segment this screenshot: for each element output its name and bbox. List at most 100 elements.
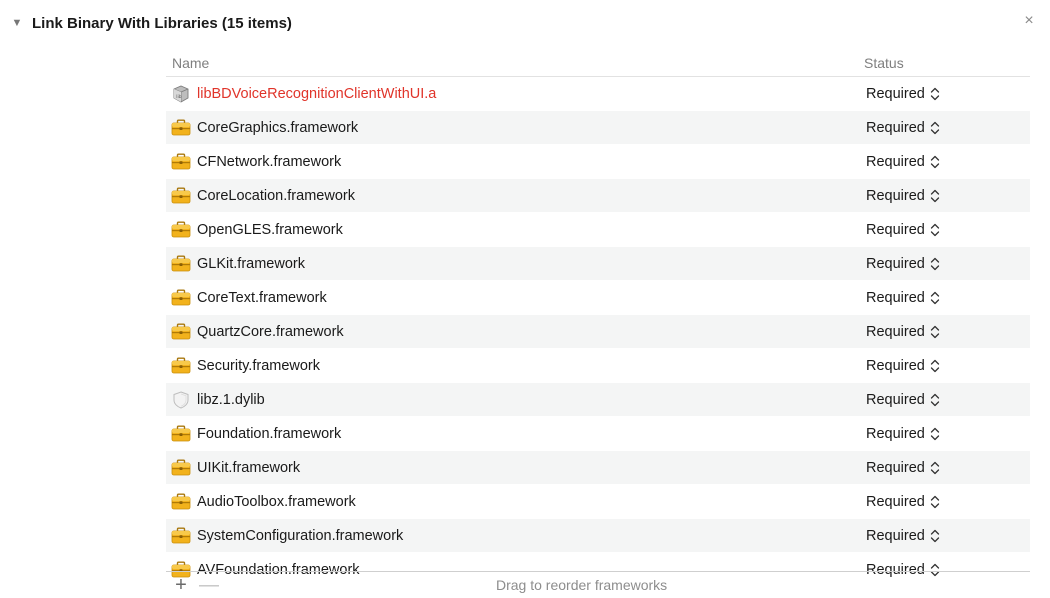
chevron-up-down-icon[interactable] (929, 154, 941, 170)
name-cell: AudioToolbox.framework (166, 493, 866, 511)
close-icon[interactable]: × (1018, 10, 1040, 32)
library-name: libBDVoiceRecognitionClientWithUI.a (197, 85, 437, 102)
chevron-up-down-icon[interactable] (929, 528, 941, 544)
status-popup[interactable]: Required (866, 154, 941, 170)
chevron-up-down-icon[interactable] (929, 494, 941, 510)
status-value: Required (866, 527, 925, 544)
table-row[interactable]: Security.framework Required (166, 349, 1030, 383)
status-popup[interactable]: Required (866, 528, 941, 544)
status-value: Required (866, 391, 925, 408)
table-row[interactable]: CoreText.framework Required (166, 281, 1030, 315)
chevron-up-down-icon[interactable] (929, 426, 941, 442)
library-name: AudioToolbox.framework (197, 493, 356, 510)
status-popup[interactable]: Required (866, 392, 941, 408)
status-value: Required (866, 289, 925, 306)
status-value: Required (866, 323, 925, 340)
framework-toolbox-icon (171, 493, 191, 511)
status-popup[interactable]: Required (866, 222, 941, 238)
status-popup[interactable]: Required (866, 358, 941, 374)
table-row[interactable]: OpenGLES.framework Required (166, 213, 1030, 247)
table-row[interactable]: CFNetwork.framework Required (166, 145, 1030, 179)
table-row[interactable]: lib libBDVoiceRecognitionClientWithUI.a Re… (166, 77, 1030, 111)
name-cell: libz.1.dylib (166, 390, 866, 409)
status-popup[interactable]: Required (866, 120, 941, 136)
library-name: QuartzCore.framework (197, 323, 344, 340)
library-name: SystemConfiguration.framework (197, 527, 404, 544)
chevron-up-down-icon[interactable] (929, 86, 941, 102)
chevron-up-down-icon[interactable] (929, 188, 941, 204)
status-popup[interactable]: Required (866, 494, 941, 510)
svg-text:lib: lib (176, 94, 182, 100)
status-popup[interactable]: Required (866, 460, 941, 476)
table-row[interactable]: CoreGraphics.framework Required (166, 111, 1030, 145)
chevron-up-down-icon[interactable] (929, 392, 941, 408)
status-popup[interactable]: Required (866, 188, 941, 204)
name-cell: CoreLocation.framework (166, 187, 866, 205)
library-name: CoreLocation.framework (197, 187, 355, 204)
add-button[interactable]: + (168, 574, 194, 596)
table-row[interactable]: QuartzCore.framework Required (166, 315, 1030, 349)
name-cell: Foundation.framework (166, 425, 866, 443)
dylib-shield-icon (171, 390, 191, 409)
chevron-up-down-icon[interactable] (929, 222, 941, 238)
chevron-up-down-icon[interactable] (929, 120, 941, 136)
table-header: Name Status (166, 49, 1030, 77)
chevron-up-down-icon[interactable] (929, 256, 941, 272)
name-cell: CoreText.framework (166, 289, 866, 307)
library-name: libz.1.dylib (197, 391, 265, 408)
column-header-status[interactable]: Status (864, 55, 904, 71)
table-row[interactable]: GLKit.framework Required (166, 247, 1030, 281)
table-row[interactable]: AudioToolbox.framework Required (166, 485, 1030, 519)
section-header[interactable]: ▼ Link Binary With Libraries (15 items) (10, 12, 292, 34)
status-popup[interactable]: Required (866, 86, 941, 102)
status-popup[interactable]: Required (866, 426, 941, 442)
framework-toolbox-icon (171, 425, 191, 443)
name-cell: Security.framework (166, 357, 866, 375)
reorder-hint: Drag to reorder frameworks (496, 577, 668, 593)
column-header-name[interactable]: Name (166, 55, 864, 71)
status-value: Required (866, 493, 925, 510)
framework-toolbox-icon (171, 527, 191, 545)
library-name: CoreText.framework (197, 289, 327, 306)
status-value: Required (866, 425, 925, 442)
status-value: Required (866, 255, 925, 272)
status-value: Required (866, 459, 925, 476)
status-value: Required (866, 357, 925, 374)
framework-toolbox-icon (171, 187, 191, 205)
table-row[interactable]: SystemConfiguration.framework Required (166, 519, 1030, 553)
chevron-up-down-icon[interactable] (929, 358, 941, 374)
status-popup[interactable]: Required (866, 290, 941, 306)
static-library-icon: lib (171, 85, 191, 103)
libraries-table: Name Status lib libBDVoiceRecognitionClie… (166, 49, 1030, 587)
library-name: OpenGLES.framework (197, 221, 343, 238)
name-cell: UIKit.framework (166, 459, 866, 477)
table-body: lib libBDVoiceRecognitionClientWithUI.a Re… (166, 77, 1030, 587)
framework-toolbox-icon (171, 119, 191, 137)
library-name: Foundation.framework (197, 425, 342, 442)
table-row[interactable]: libz.1.dylib Required (166, 383, 1030, 417)
name-cell: GLKit.framework (166, 255, 866, 273)
disclosure-triangle-icon[interactable]: ▼ (10, 17, 24, 29)
name-cell: QuartzCore.framework (166, 323, 866, 341)
framework-toolbox-icon (171, 221, 191, 239)
library-name: Security.framework (197, 357, 321, 374)
status-value: Required (866, 221, 925, 238)
status-value: Required (866, 85, 925, 102)
status-popup[interactable]: Required (866, 256, 941, 272)
table-row[interactable]: CoreLocation.framework Required (166, 179, 1030, 213)
name-cell: CFNetwork.framework (166, 153, 866, 171)
chevron-up-down-icon[interactable] (929, 460, 941, 476)
status-value: Required (866, 187, 925, 204)
chevron-up-down-icon[interactable] (929, 324, 941, 340)
status-popup[interactable]: Required (866, 324, 941, 340)
table-row[interactable]: Foundation.framework Required (166, 417, 1030, 451)
framework-toolbox-icon (171, 357, 191, 375)
framework-toolbox-icon (171, 459, 191, 477)
name-cell: lib libBDVoiceRecognitionClientWithUI.a (166, 85, 866, 103)
section-title: Link Binary With Libraries (15 items) (32, 14, 292, 32)
remove-button[interactable]: — (196, 574, 222, 596)
table-row[interactable]: UIKit.framework Required (166, 451, 1030, 485)
library-name: GLKit.framework (197, 255, 305, 272)
name-cell: SystemConfiguration.framework (166, 527, 866, 545)
chevron-up-down-icon[interactable] (929, 290, 941, 306)
